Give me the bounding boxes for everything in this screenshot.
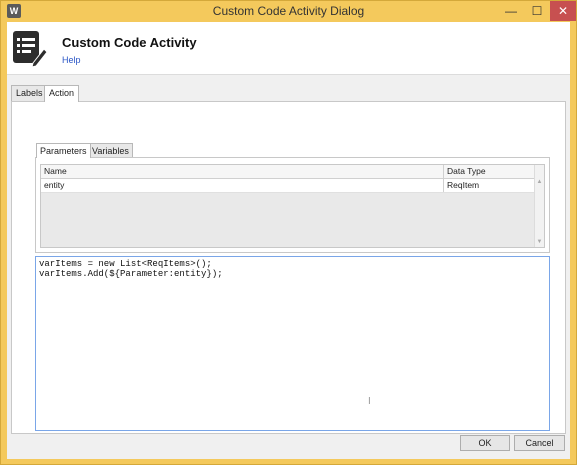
tab-variables[interactable]: Variables [88, 143, 133, 158]
parameters-panel: Name Data Type entity ReqItem ▲ ▼ [35, 157, 550, 253]
tab-labels[interactable]: Labels [11, 85, 48, 101]
action-tab-panel: Parameters Variables Name Data Type enti… [11, 101, 566, 434]
vertical-scrollbar[interactable]: ▲ ▼ [534, 165, 544, 247]
page-title: Custom Code Activity [62, 35, 197, 50]
parameters-grid[interactable]: Name Data Type entity ReqItem ▲ ▼ [40, 164, 545, 248]
cancel-button[interactable]: Cancel [514, 435, 565, 451]
title-bar[interactable]: W Custom Code Activity Dialog — ☐ ✕ [1, 1, 576, 21]
text-cursor-icon: I [368, 396, 371, 407]
dialog-window: W Custom Code Activity Dialog — ☐ ✕ Cust… [0, 0, 577, 465]
column-divider [443, 179, 444, 192]
table-row[interactable]: entity ReqItem [41, 179, 536, 193]
help-link[interactable]: Help [62, 55, 81, 65]
minimize-button[interactable]: — [498, 1, 524, 21]
document-edit-icon [13, 31, 47, 67]
column-divider[interactable] [443, 165, 444, 178]
ok-button[interactable]: OK [460, 435, 510, 451]
cell-name: entity [44, 180, 65, 190]
tab-parameters[interactable]: Parameters [36, 143, 91, 158]
close-button[interactable]: ✕ [550, 1, 576, 21]
window-title: Custom Code Activity Dialog [212, 4, 365, 18]
dialog-body: Custom Code Activity Help Labels Action … [7, 22, 570, 459]
scroll-up-icon[interactable]: ▲ [535, 179, 544, 185]
tab-action[interactable]: Action [44, 85, 80, 102]
code-editor[interactable]: varItems = new List<ReqItems>(); varItem… [35, 256, 550, 431]
scroll-down-icon[interactable]: ▼ [535, 239, 544, 245]
dialog-header: Custom Code Activity Help [7, 22, 570, 75]
column-header-name[interactable]: Name [44, 165, 67, 178]
column-header-data-type[interactable]: Data Type [447, 165, 486, 178]
grid-header: Name Data Type [41, 165, 536, 179]
cell-data-type: ReqItem [447, 180, 480, 190]
maximize-button[interactable]: ☐ [524, 1, 550, 21]
